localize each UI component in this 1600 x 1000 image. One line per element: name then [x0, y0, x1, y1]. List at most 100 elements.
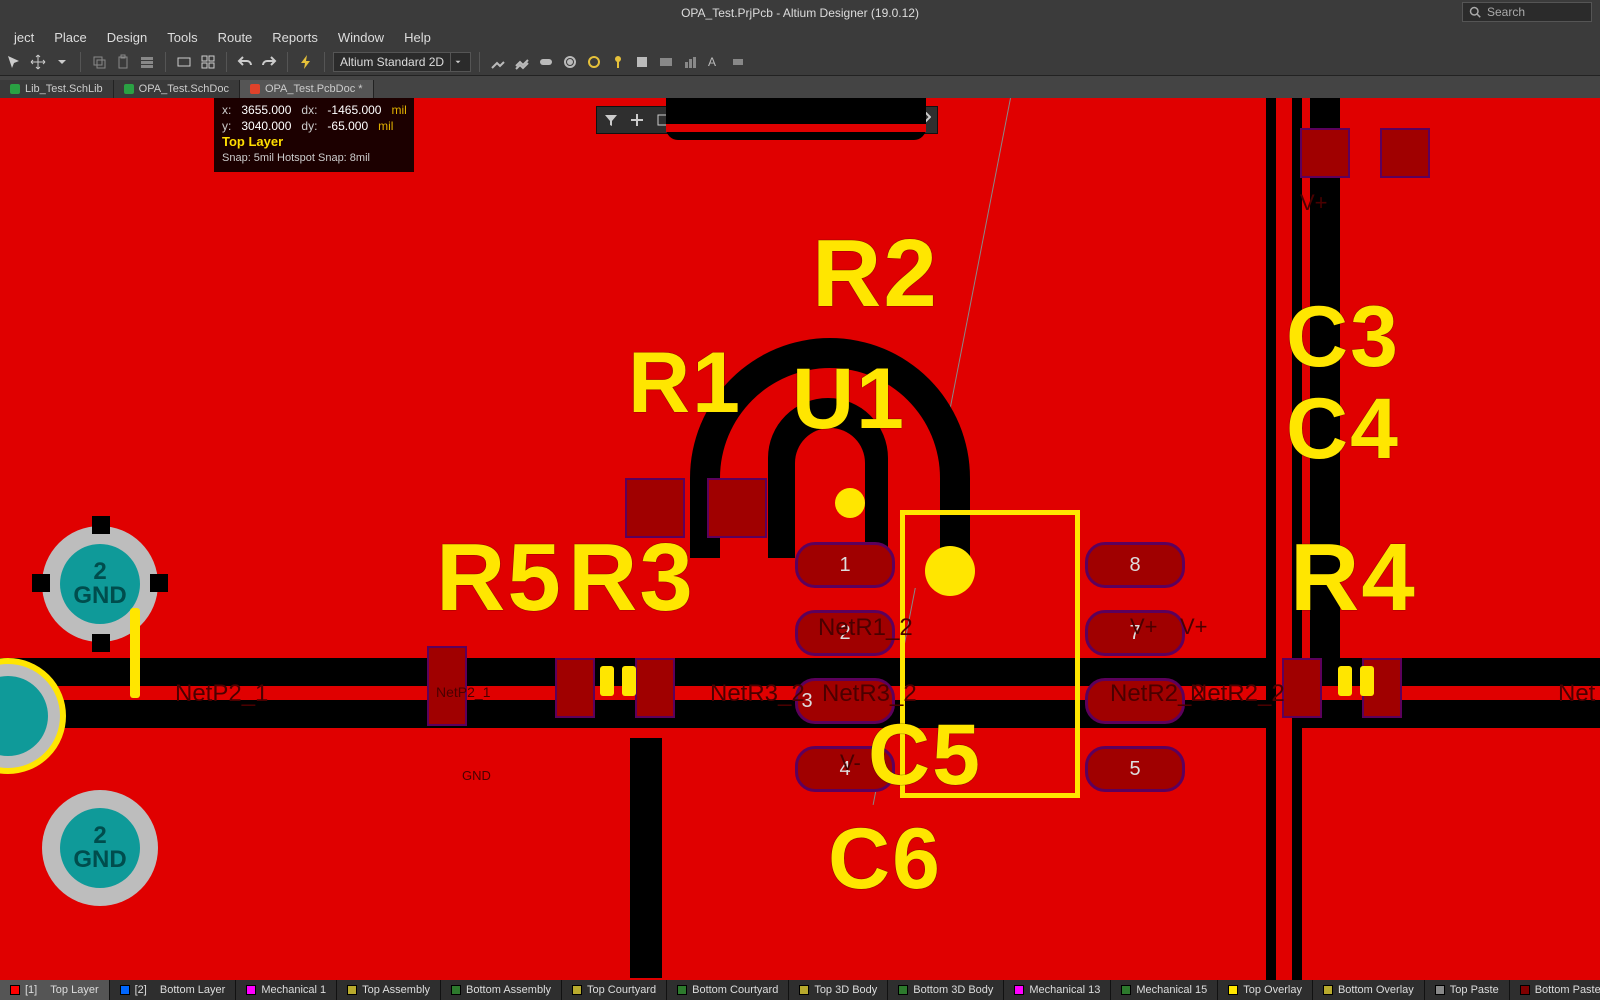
layer-tab[interactable]: [2] Bottom Layer [110, 980, 237, 1000]
hud-snap: Snap: 5mil Hotspot Snap: 8mil [222, 150, 406, 166]
hud-x-label: x: [222, 102, 231, 118]
main-toolbar: Altium Standard 2D A [0, 48, 1600, 76]
menu-tools[interactable]: Tools [157, 28, 207, 47]
layer-name: Top Paste [1450, 984, 1499, 996]
hud-dx-label: dx: [301, 102, 317, 118]
layer-tab[interactable]: Mechanical 13 [1004, 980, 1111, 1000]
search-placeholder: Search [1487, 5, 1525, 19]
pin-icon[interactable] [608, 52, 628, 72]
smd-pad[interactable] [635, 658, 675, 718]
window-titlebar: OPA_Test.PrjPcb - Altium Designer (19.0.… [0, 0, 1600, 26]
layer-tab[interactable]: Top 3D Body [789, 980, 888, 1000]
menu-design[interactable]: Design [97, 28, 157, 47]
redo-icon[interactable] [259, 52, 279, 72]
ic-pad[interactable]: 8 [1085, 542, 1185, 588]
rect-icon[interactable] [174, 52, 194, 72]
layer-swatch [799, 985, 809, 995]
tab-schlib[interactable]: Lib_Test.SchLib [0, 80, 114, 98]
layer-swatch [1323, 985, 1333, 995]
designator: R4 [1290, 530, 1417, 626]
stack-icon[interactable] [137, 52, 157, 72]
ic-pad[interactable]: 7 [1085, 610, 1185, 656]
menu-project[interactable]: ject [4, 28, 44, 47]
copy-icon[interactable] [89, 52, 109, 72]
hud-y-value: 3040.000 [241, 118, 291, 134]
ic-pad[interactable]: 5 [1085, 746, 1185, 792]
pcb-canvas[interactable]: x: 3655.000 dx: -1465.000 mil y: 3040.00… [0, 98, 1600, 980]
chevron-down-icon[interactable] [450, 53, 464, 71]
layer-swatch [898, 985, 908, 995]
ic-pad[interactable]: 2 [795, 610, 895, 656]
menu-help[interactable]: Help [394, 28, 441, 47]
plus-icon[interactable] [625, 109, 649, 131]
dropdown-icon[interactable] [52, 52, 72, 72]
via-icon[interactable] [560, 52, 580, 72]
smd-pad[interactable] [1300, 128, 1350, 178]
layer-tab[interactable]: Top Overlay [1218, 980, 1313, 1000]
doc-icon [124, 84, 134, 94]
fill-icon[interactable] [632, 52, 652, 72]
bar-icon[interactable] [680, 52, 700, 72]
layer-name: Top Courtyard [587, 984, 656, 996]
via[interactable] [925, 546, 975, 596]
string-icon[interactable]: A [704, 52, 724, 72]
smd-pad[interactable] [1282, 658, 1322, 718]
hole-icon[interactable] [584, 52, 604, 72]
pad-icon[interactable] [536, 52, 556, 72]
svg-text:A: A [708, 55, 716, 69]
layer-tab[interactable]: Bottom Assembly [441, 980, 562, 1000]
component-icon[interactable] [728, 52, 748, 72]
undo-icon[interactable] [235, 52, 255, 72]
smd-pad[interactable] [555, 658, 595, 718]
menu-route[interactable]: Route [208, 28, 263, 47]
menu-reports[interactable]: Reports [262, 28, 328, 47]
menu-window[interactable]: Window [328, 28, 394, 47]
smd-pad[interactable] [707, 478, 767, 538]
ic-pad[interactable]: 1 [795, 542, 895, 588]
move-icon[interactable] [28, 52, 48, 72]
toolbar-separator [165, 52, 166, 72]
layer-swatch [1520, 985, 1530, 995]
designator: C4 [1286, 386, 1400, 472]
search-box[interactable]: Search [1462, 2, 1592, 22]
layer-name: Top Overlay [1243, 984, 1302, 996]
layer-tab[interactable]: Top Assembly [337, 980, 441, 1000]
bolt-icon[interactable] [296, 52, 316, 72]
layer-tab[interactable]: Top Paste [1425, 980, 1510, 1000]
layer-tab[interactable]: Mechanical 1 [236, 980, 337, 1000]
ic-pad[interactable]: 4 [795, 746, 895, 792]
through-hole-pad[interactable]: 2 GND [42, 790, 158, 906]
track-icon[interactable] [488, 52, 508, 72]
filter-icon[interactable] [599, 109, 623, 131]
smd-pad[interactable] [427, 646, 467, 726]
cursor-icon[interactable] [4, 52, 24, 72]
layer-name: Top 3D Body [814, 984, 877, 996]
layer-tab[interactable]: Bottom Overlay [1313, 980, 1425, 1000]
tab-pcbdoc[interactable]: OPA_Test.PcbDoc * [240, 80, 374, 98]
layer-name: Bottom Overlay [1338, 984, 1414, 996]
hud-dy-value: -65.000 [327, 118, 368, 134]
component-courtyard [900, 510, 1080, 798]
smd-pad[interactable] [625, 478, 685, 538]
pad-number: 4 [839, 758, 850, 781]
ic-pad[interactable] [1085, 678, 1185, 724]
layer-tab[interactable]: Bottom 3D Body [888, 980, 1004, 1000]
tab-schdoc[interactable]: OPA_Test.SchDoc [114, 80, 240, 98]
through-hole-pad[interactable]: 2 GND [42, 526, 158, 642]
layer-tab[interactable]: Bottom Courtyard [667, 980, 789, 1000]
layer-tab[interactable]: Bottom Paste [1510, 980, 1600, 1000]
diff-pair-icon[interactable] [512, 52, 532, 72]
menu-place[interactable]: Place [44, 28, 97, 47]
region-icon[interactable] [656, 52, 676, 72]
overlay-line [600, 666, 614, 696]
view-mode-selector[interactable]: Altium Standard 2D [333, 52, 471, 72]
paste-icon[interactable] [113, 52, 133, 72]
layer-tab[interactable]: Mechanical 15 [1111, 980, 1218, 1000]
layer-swatch [347, 985, 357, 995]
layer-tab[interactable]: Top Courtyard [562, 980, 667, 1000]
ic-pad[interactable]: 3 [795, 678, 895, 724]
pad-number: 2 [839, 622, 850, 645]
smd-pad[interactable] [1380, 128, 1430, 178]
layer-tab[interactable]: [1] Top Layer [0, 980, 110, 1000]
grid-icon[interactable] [198, 52, 218, 72]
